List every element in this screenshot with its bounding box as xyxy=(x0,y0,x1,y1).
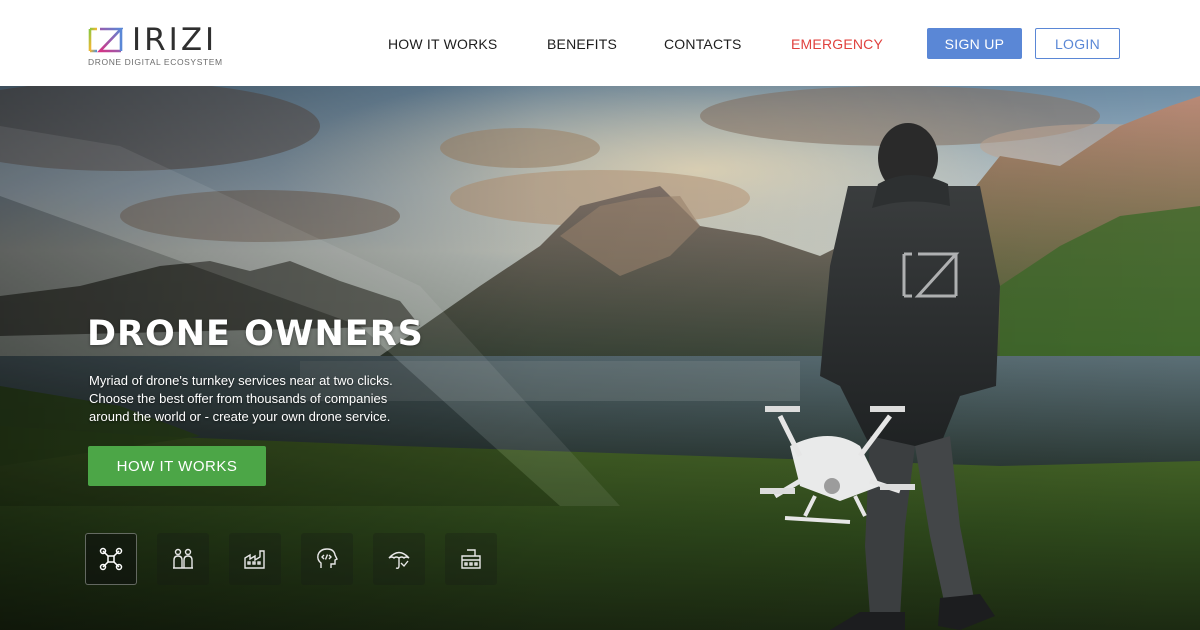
industry-icon xyxy=(244,550,265,569)
login-button[interactable]: LOGIN xyxy=(1035,28,1120,59)
nav-emergency[interactable]: EMERGENCY xyxy=(791,35,883,53)
nav-contacts[interactable]: CONTACTS xyxy=(664,35,742,53)
service-tab-operators[interactable] xyxy=(157,533,209,585)
service-tab-insurance[interactable] xyxy=(373,533,425,585)
sign-up-button[interactable]: SIGN UP xyxy=(927,28,1022,59)
developer-icon xyxy=(317,548,338,568)
service-icon-tabs xyxy=(85,533,505,585)
hero-description-line: around the world or - create your own dr… xyxy=(89,409,391,424)
hero-description: Myriad of drone's turnkey services near … xyxy=(89,372,449,426)
nav-how-it-works[interactable]: HOW IT WORKS xyxy=(388,35,497,53)
payment-terminal-icon xyxy=(461,549,481,569)
brand-logo[interactable]: IRIZI DRONE DIGITAL ECOSYSTEM xyxy=(86,22,236,68)
service-tab-developer[interactable] xyxy=(301,533,353,585)
site-header: IRIZI DRONE DIGITAL ECOSYSTEM HOW IT WOR… xyxy=(0,0,1200,86)
hero-description-line: Choose the best offer from thousands of … xyxy=(89,391,388,406)
hero-description-line: Myriad of drone's turnkey services near … xyxy=(89,373,393,388)
hero-title: DRONE OWNERS xyxy=(87,314,424,354)
brand-tagline: DRONE DIGITAL ECOSYSTEM xyxy=(88,57,223,67)
nav-benefits[interactable]: BENEFITS xyxy=(547,35,617,53)
operators-icon xyxy=(173,548,193,569)
logo-mark-icon xyxy=(88,27,123,53)
how-it-works-cta-button[interactable]: HOW IT WORKS xyxy=(88,446,266,486)
hero-section: DRONE OWNERS Myriad of drone's turnkey s… xyxy=(0,86,1200,630)
drone-icon xyxy=(99,547,123,571)
service-tab-drone[interactable] xyxy=(85,533,137,585)
insurance-umbrella-icon xyxy=(388,551,410,569)
brand-name: IRIZI xyxy=(132,22,218,58)
service-tab-payments[interactable] xyxy=(445,533,497,585)
service-tab-industry[interactable] xyxy=(229,533,281,585)
